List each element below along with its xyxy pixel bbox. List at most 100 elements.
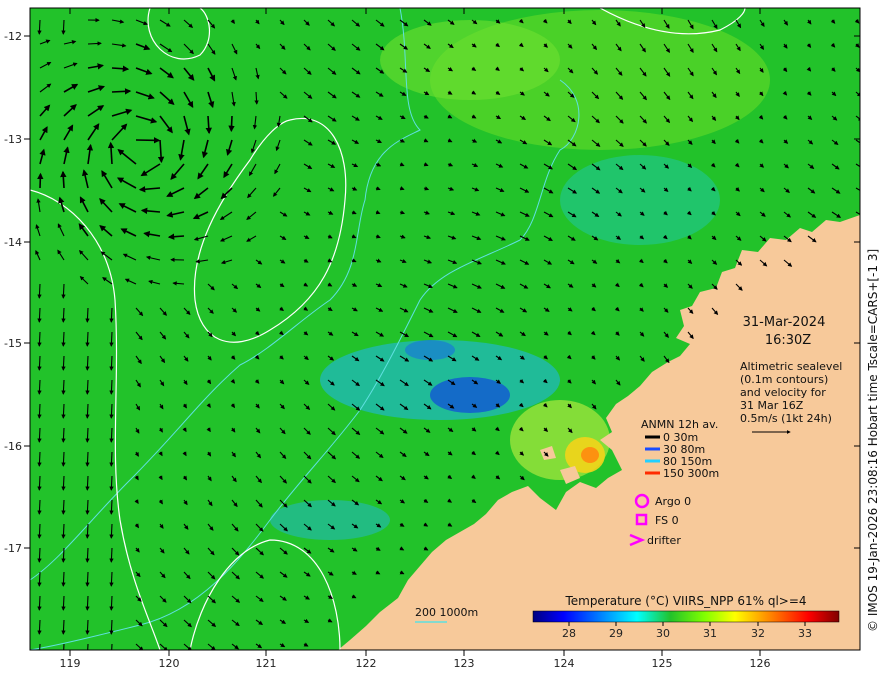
y-tick-label: -12 (4, 30, 22, 43)
y-tick-label: -17 (4, 542, 22, 555)
credit-label: © IMOS 19-Jan-2026 23:08:16 Hobart time … (866, 249, 880, 632)
x-tick-label: 121 (256, 657, 277, 670)
velocity-arrow (85, 571, 90, 587)
velocity-arrow (109, 523, 114, 539)
velocity-arrow (109, 331, 114, 347)
y-tick-label: -13 (4, 133, 22, 146)
velocity-arrow (61, 355, 66, 371)
velocity-arrow (37, 571, 42, 587)
velocity-arrow (85, 619, 90, 635)
argo-label: Argo 0 (655, 495, 691, 508)
velocity-arrow (85, 499, 90, 515)
velocity-arrow (61, 499, 66, 515)
velocity-arrow (85, 379, 90, 395)
map-plot-area (30, 8, 860, 650)
anmn-title: ANMN 12h av. (641, 418, 718, 431)
y-tick-label: -14 (4, 236, 22, 249)
velocity-arrow (85, 307, 90, 323)
velocity-arrow (37, 355, 42, 371)
alt-line-3: and velocity for (740, 386, 826, 399)
date-label: 31-Mar-2024 (743, 315, 826, 330)
velocity-arrow (109, 619, 114, 635)
velocity-arrow (85, 403, 90, 419)
velocity-arrow (109, 451, 114, 467)
alt-line-1: Altimetric sealevel (740, 360, 842, 373)
velocity-arrow (61, 283, 66, 299)
velocity-arrow (109, 307, 114, 323)
cold-core (430, 377, 510, 413)
velocity-arrow (60, 170, 67, 189)
cool-patch-1 (560, 155, 720, 245)
velocity-arrow (109, 379, 114, 395)
velocity-arrow (85, 547, 90, 563)
velocity-arrow (85, 475, 90, 491)
hot-spot (581, 447, 599, 463)
velocity-arrow (111, 88, 132, 95)
x-tick-label: 126 (750, 657, 771, 670)
alt-line-5: 0.5m/s (1kt 24h) (740, 412, 832, 425)
x-tick-label: 120 (159, 657, 180, 670)
velocity-arrow (37, 475, 42, 491)
velocity-arrow (37, 19, 42, 35)
cool-patch-south (270, 500, 390, 540)
time-label: 16:30Z (765, 333, 811, 348)
isobath-label: 200 1000m (415, 606, 478, 619)
velocity-arrow (61, 331, 66, 347)
velocity-arrow (109, 427, 114, 443)
colorbar-gradient (532, 610, 840, 623)
velocity-arrow (205, 115, 212, 135)
y-tick-label: -15 (4, 337, 22, 350)
velocity-arrow (85, 427, 90, 443)
velocity-arrow (37, 595, 42, 611)
velocity-arrow (228, 115, 235, 133)
velocity-arrow (37, 283, 42, 299)
velocity-arrow (111, 65, 130, 72)
velocity-arrow (85, 451, 90, 467)
velocity-arrow (109, 547, 114, 563)
velocity-arrow (37, 547, 42, 563)
velocity-arrow (37, 619, 42, 635)
velocity-arrow (39, 643, 41, 650)
velocity-arrow (109, 571, 114, 587)
velocity-arrow (37, 307, 42, 323)
velocity-arrow (61, 595, 66, 611)
colorbar-tick-label: 29 (609, 627, 623, 640)
velocity-arrow (63, 643, 65, 650)
anmn-item-3: 150 300m (663, 467, 719, 480)
velocity-arrow (61, 619, 66, 635)
velocity-arrow (61, 523, 66, 539)
velocity-arrow (109, 355, 114, 371)
velocity-arrow (109, 475, 114, 491)
velocity-arrow (111, 643, 113, 650)
velocity-arrow (37, 451, 42, 467)
velocity-arrow (87, 643, 89, 650)
velocity-arrow (61, 475, 66, 491)
velocity-arrow (85, 331, 90, 347)
velocity-arrow (109, 499, 114, 515)
velocity-arrow (37, 379, 42, 395)
velocity-arrow (37, 499, 42, 515)
sst-map: 119 120 121 122 123 124 125 126 -12 -13 -14 -15 -16… (4, 7, 880, 670)
velocity-arrow (109, 403, 114, 419)
colorbar-tick-label: 31 (703, 627, 717, 640)
alt-line-2: (0.1m contours) (740, 373, 828, 386)
velocity-arrow (85, 523, 90, 539)
cold-core-2 (405, 340, 455, 360)
velocity-arrow (87, 41, 102, 46)
velocity-arrow (61, 307, 66, 323)
velocity-arrow (61, 547, 66, 563)
fs-label: FS 0 (655, 514, 679, 527)
velocity-arrow (61, 571, 66, 587)
velocity-arrow (85, 595, 90, 611)
alt-line-4: 31 Mar 16Z (740, 399, 804, 412)
velocity-arrow (109, 595, 114, 611)
velocity-arrow (37, 172, 44, 189)
velocity-arrow (61, 379, 66, 395)
velocity-arrow (85, 355, 90, 371)
colorbar-tick-label: 30 (656, 627, 670, 640)
velocity-arrow (37, 523, 42, 539)
velocity-arrow (61, 451, 66, 467)
x-tick-label: 123 (454, 657, 475, 670)
colorbar-title: Temperature (°C) VIIRS_NPP 61% ql>=4 (564, 594, 806, 608)
velocity-arrow (37, 427, 42, 443)
